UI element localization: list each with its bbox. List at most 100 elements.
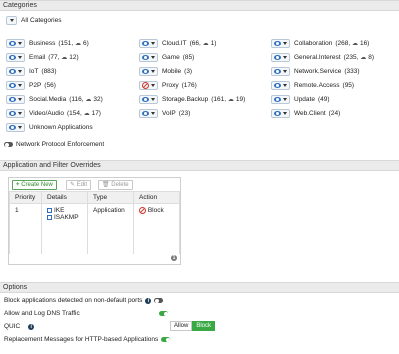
category-action-dropdown[interactable] [6, 108, 25, 118]
category-action-dropdown[interactable] [271, 66, 290, 76]
category-item: Proxy (176) [139, 80, 197, 90]
category-count: (77 [48, 53, 58, 61]
category-action-dropdown[interactable] [6, 94, 25, 104]
category-name: Game [162, 53, 180, 61]
table-row[interactable]: 1 IKE ISAKMP Application Block [9, 203, 180, 254]
chevron-down-icon [283, 97, 287, 101]
category-name: P2P [29, 81, 42, 89]
dns-traffic-row: Allow and Log DNS Traffic [4, 310, 168, 317]
eye-icon [142, 68, 149, 74]
category-action-dropdown[interactable] [139, 38, 158, 48]
quic-block-option[interactable]: Block [192, 321, 216, 331]
category-name: Web.Client [294, 109, 326, 117]
section-title: Options [3, 284, 28, 291]
category-action-dropdown[interactable] [6, 66, 25, 76]
edit-button[interactable]: ✎ Edit [66, 180, 92, 190]
chevron-down-icon [18, 111, 22, 115]
eye-icon [142, 40, 149, 46]
row-action: Block [133, 203, 180, 254]
quic-allow-option[interactable]: Allow [170, 321, 193, 331]
all-categories-control[interactable]: All Categories [6, 15, 61, 25]
create-new-button[interactable]: + Create New [12, 180, 57, 190]
col-action[interactable]: Action [133, 191, 180, 204]
all-categories-dropdown[interactable] [6, 15, 17, 25]
category-count: (95) [342, 81, 355, 89]
category-count: (49) [317, 95, 330, 103]
category-item: P2P (56) [6, 80, 56, 90]
eye-icon [9, 68, 16, 74]
category-action-dropdown[interactable] [139, 52, 158, 62]
eye-icon [9, 40, 16, 46]
delete-label: Delete [111, 182, 129, 188]
category-cloud-count: 19) [235, 95, 246, 103]
category-action-dropdown[interactable] [6, 52, 25, 62]
application-icon [47, 207, 52, 213]
chevron-down-icon [151, 55, 155, 59]
dns-traffic-toggle[interactable] [159, 311, 168, 316]
category-label: Collaboration (268, ☁ 16) [294, 40, 369, 47]
category-name: Collaboration [294, 39, 333, 47]
category-action-dropdown[interactable] [139, 108, 158, 118]
category-label: Remote.Access (95) [294, 82, 354, 89]
category-count: (56) [44, 81, 56, 89]
category-name: Remote.Access [294, 81, 340, 89]
section-header-options: Options [0, 282, 399, 293]
category-name: Unknown Applications [29, 123, 93, 131]
replacement-toggle[interactable] [161, 337, 171, 342]
category-name: Cloud.IT [162, 39, 187, 47]
category-item: Business (151, ☁ 6) [6, 38, 89, 48]
category-count: (333) [344, 67, 360, 75]
info-icon[interactable]: i [28, 323, 35, 330]
category-action-dropdown[interactable] [139, 80, 158, 90]
category-count: (66 [189, 39, 199, 47]
category-cloud-count: 16) [359, 39, 370, 47]
category-action-dropdown[interactable] [139, 94, 158, 104]
eye-icon [274, 96, 281, 102]
category-cloud-count: 6) [83, 39, 89, 47]
category-count: (85) [182, 53, 195, 61]
category-action-dropdown[interactable] [271, 38, 290, 48]
delete-button[interactable]: 🗑 Delete [98, 180, 133, 190]
category-cloud-count: 17) [91, 109, 101, 117]
col-type[interactable]: Type [87, 191, 134, 204]
category-action-dropdown[interactable] [271, 108, 290, 118]
category-item: Email (77, ☁ 12) [6, 52, 79, 62]
category-action-dropdown[interactable] [6, 80, 25, 90]
eye-icon [274, 68, 281, 74]
detail-isakmp: ISAKMP [54, 214, 79, 221]
col-details[interactable]: Details [41, 191, 88, 204]
eye-icon [274, 82, 281, 88]
category-action-dropdown[interactable] [6, 122, 25, 132]
chevron-down-icon [283, 83, 287, 87]
category-name: Update [294, 95, 315, 103]
category-cloud-count: 1) [210, 39, 217, 47]
eye-icon [9, 110, 16, 116]
network-protocol-toggle[interactable] [4, 142, 13, 147]
category-label: IoT (883) [29, 68, 57, 75]
category-name: Social.Media [29, 95, 67, 103]
row-type: Application [87, 203, 134, 254]
quic-row: QUIC i [4, 323, 35, 330]
category-action-dropdown[interactable] [271, 52, 290, 62]
category-label: Proxy (176) [162, 82, 197, 89]
category-count: (24) [328, 109, 341, 117]
block-icon [139, 207, 146, 214]
info-icon[interactable]: i [145, 297, 152, 304]
category-name: Video/Audio [29, 109, 64, 117]
category-name: Storage.Backup [162, 95, 209, 103]
section-title: Categories [3, 2, 37, 9]
eye-icon [9, 124, 16, 130]
row-details: IKE ISAKMP [41, 203, 88, 254]
eye-icon [9, 82, 16, 88]
category-action-dropdown[interactable] [6, 38, 25, 48]
category-action-dropdown[interactable] [139, 66, 158, 76]
category-count: (235 [343, 53, 357, 61]
col-priority[interactable]: Priority [9, 191, 42, 204]
chevron-down-icon [151, 41, 155, 45]
category-action-dropdown[interactable] [271, 80, 290, 90]
category-item: Collaboration (268, ☁ 16) [271, 38, 369, 48]
block-nondefault-toggle[interactable] [154, 298, 164, 303]
pencil-icon: ✎ [70, 182, 76, 188]
category-action-dropdown[interactable] [271, 94, 290, 104]
category-label: Game (85) [162, 54, 194, 61]
